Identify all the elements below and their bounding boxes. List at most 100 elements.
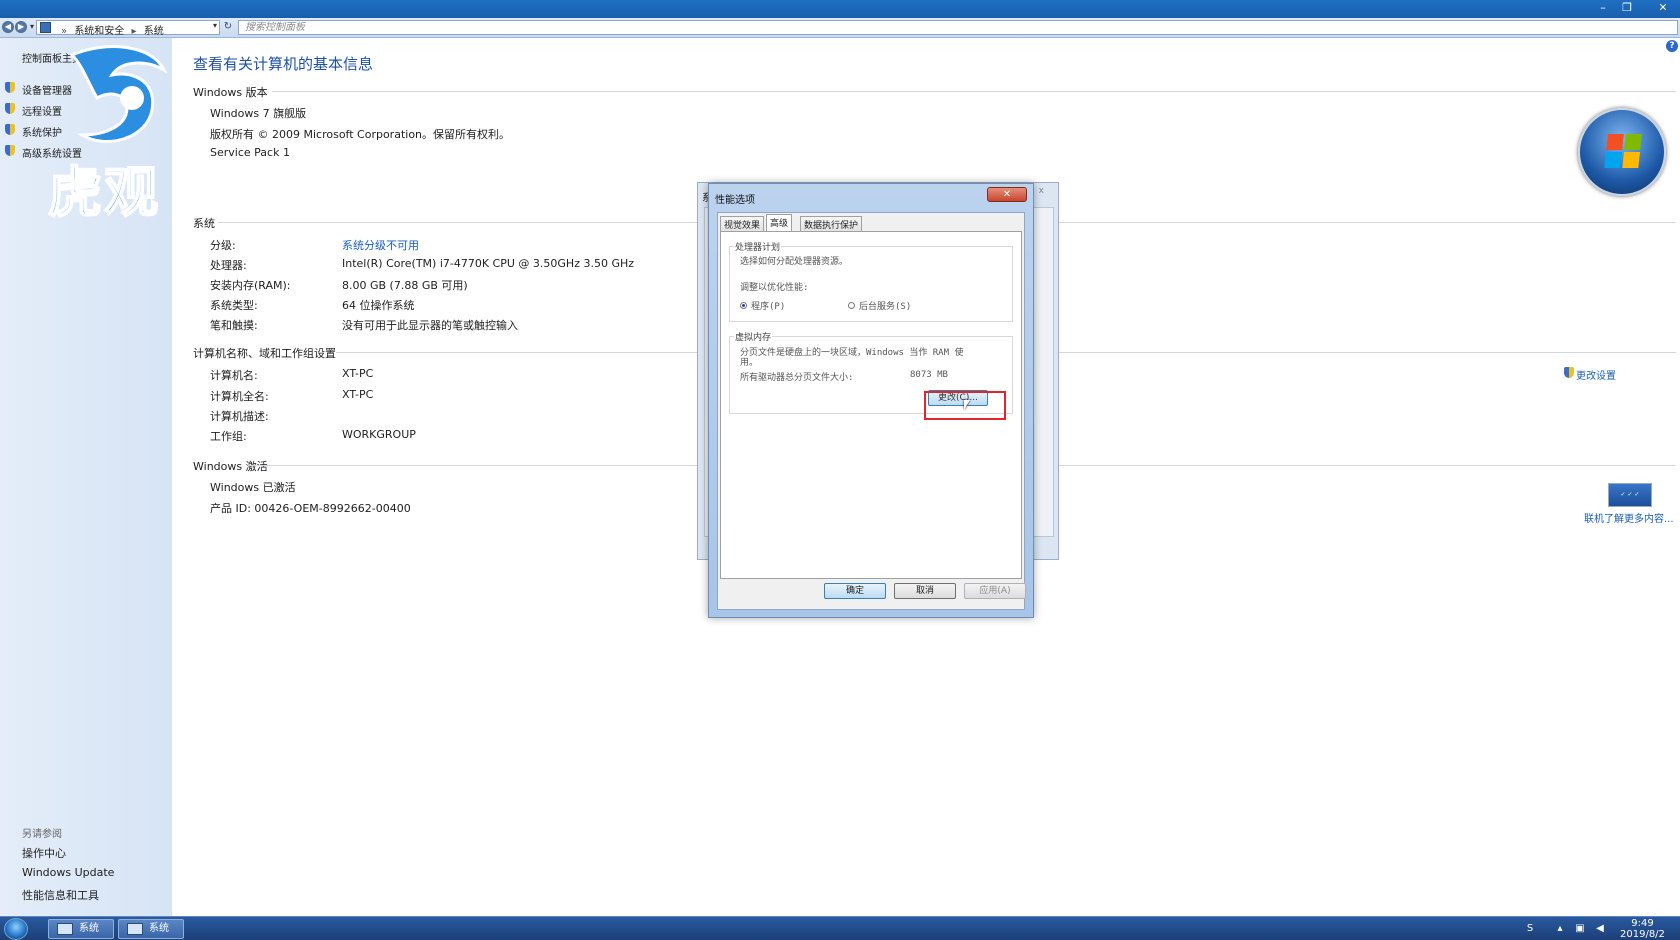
uac-shield-icon — [5, 124, 15, 135]
taskbar-button-label: 系统 — [149, 923, 169, 934]
page-title: 查看有关计算机的基本信息 — [193, 55, 374, 73]
start-button[interactable] — [4, 918, 28, 940]
computer-name-value: XT-PC — [342, 367, 374, 380]
show-hidden-icons-icon[interactable]: ▴ — [1554, 923, 1566, 935]
taskbar-button-label: 系统 — [79, 923, 99, 934]
breadcrumb: » 系统和安全 ▸ 系统 — [57, 22, 164, 37]
watermark-logo-icon — [69, 45, 168, 144]
system-type-value: 64 位操作系统 — [342, 299, 415, 312]
search-input[interactable]: 搜索控制面板 — [238, 20, 1678, 35]
product-id: 产品 ID: 00426-OEM-8992662-00400 — [210, 502, 411, 515]
address-field[interactable]: » 系统和安全 ▸ 系统 ▾ — [36, 20, 220, 37]
full-name-value: XT-PC — [342, 388, 374, 401]
processor-scheduling-group: 处理器计划 选择如何分配处理器资源。 调整以优化性能: 程序(P) 后台服务(S… — [729, 240, 1013, 322]
activation-status: Windows 已激活 — [210, 481, 296, 494]
workgroup-label: 工作组: — [210, 430, 247, 443]
pen-touch-value: 没有可用于此显示器的笔或触控输入 — [342, 319, 518, 332]
tab-advanced[interactable]: 高级 — [766, 214, 793, 231]
control-panel-icon — [40, 22, 51, 33]
system-properties-close-button[interactable]: x — [1039, 186, 1044, 196]
background-services-radio[interactable] — [848, 302, 855, 309]
windows-logo-icon — [1578, 108, 1666, 196]
uac-shield-icon — [5, 82, 15, 93]
change-settings-link[interactable]: 更改设置 — [1564, 367, 1616, 382]
recent-pages-dropdown[interactable]: ▾ — [28, 21, 36, 33]
section-heading-system: 系统 — [193, 217, 215, 230]
copyright-text: 版权所有 © 2009 Microsoft Corporation。保留所有权利… — [210, 128, 511, 141]
programs-radio[interactable] — [740, 302, 747, 309]
apply-button[interactable]: 应用(A) — [964, 583, 1026, 599]
address-bar: ◀ ▶ ▾ » 系统和安全 ▸ 系统 ▾ ↻ 搜索控制面板 — [0, 18, 1680, 38]
processor-value: Intel(R) Core(TM) i7-4770K CPU @ 3.50GHz… — [342, 257, 635, 270]
control-panel-icon — [127, 923, 143, 935]
see-also-heading: 另请参阅 — [22, 829, 62, 840]
uac-shield-icon — [5, 145, 15, 156]
section-heading-computer: 计算机名称、域和工作组设置 — [193, 347, 336, 360]
computer-name-label: 计算机名: — [210, 369, 258, 382]
genuine-microsoft-badge-icon: ✓ ✓ ✓ — [1608, 483, 1652, 507]
learn-more-online-link[interactable]: 联机了解更多内容... — [1584, 510, 1674, 525]
volume-icon[interactable]: ◀ — [1594, 923, 1606, 935]
background-services-radio-label[interactable]: 后台服务(S) — [859, 299, 911, 312]
performance-options-title: 性能选项 — [715, 195, 755, 206]
close-window-button[interactable]: ✕ — [1652, 1, 1674, 15]
change-settings-label[interactable]: 更改设置 — [1576, 371, 1616, 382]
service-pack-text: Service Pack 1 — [210, 146, 290, 159]
breadcrumb-separator-icon: ▸ — [131, 26, 137, 37]
pen-touch-label: 笔和触摸: — [210, 319, 258, 332]
network-icon[interactable]: ▣ — [1574, 923, 1586, 935]
mouse-cursor-icon — [964, 400, 970, 410]
sidebar-link-action-center[interactable]: 操作中心 — [22, 845, 66, 861]
help-icon[interactable]: ? — [1666, 40, 1678, 52]
watermark-text: 虎观 — [47, 159, 160, 225]
sidebar-link-performance[interactable]: 性能信息和工具 — [22, 887, 99, 903]
minimize-button[interactable]: – — [1592, 1, 1614, 15]
cancel-button[interactable]: 取消 — [894, 583, 956, 599]
refresh-icon[interactable]: ↻ — [222, 21, 234, 33]
edition-name: Windows 7 旗舰版 — [210, 107, 307, 120]
programs-radio-label[interactable]: 程序(P) — [751, 299, 785, 312]
system-type-label: 系统类型: — [210, 299, 258, 312]
ok-button[interactable]: 确定 — [824, 583, 886, 599]
adjust-performance-label: 调整以优化性能: — [740, 283, 809, 293]
window-title-bar: – ❐ ✕ — [0, 0, 1680, 18]
paging-file-total-value: 8073 MB — [910, 370, 948, 380]
system-clock[interactable]: 9:49 2019/8/2 — [1620, 918, 1665, 940]
tab-visual-effects[interactable]: 视觉效果 — [720, 216, 765, 231]
back-button[interactable]: ◀ — [2, 21, 14, 33]
clock-date: 2019/8/2 — [1620, 929, 1665, 940]
maximize-button[interactable]: ❐ — [1616, 1, 1638, 15]
breadcrumb-item-security[interactable]: 系统和安全 — [74, 26, 124, 37]
ram-value: 8.00 GB (7.88 GB 可用) — [342, 279, 468, 292]
sidebar-link-windows-update[interactable]: Windows Update — [22, 866, 114, 879]
section-heading-edition: Windows 版本 — [193, 86, 268, 99]
section-divider — [272, 91, 1676, 92]
ram-label: 安装内存(RAM): — [210, 279, 291, 292]
clock-time: 9:49 — [1631, 918, 1654, 929]
processor-label: 处理器: — [210, 259, 247, 272]
full-name-label: 计算机全名: — [210, 390, 269, 403]
dialog-close-button[interactable]: ✕ — [987, 187, 1027, 202]
virtual-memory-desc-2: 用。 — [740, 358, 759, 368]
taskbar: 系统 系统 S ▴ ▣ ◀ 9:49 2019/8/2 — [0, 916, 1680, 940]
section-heading-activation: Windows 激活 — [193, 460, 268, 473]
processor-scheduling-title: 处理器计划 — [734, 240, 782, 253]
input-method-icon[interactable]: S — [1524, 923, 1536, 935]
virtual-memory-title: 虚拟内存 — [734, 330, 773, 343]
breadcrumb-item-system[interactable]: 系统 — [144, 26, 164, 37]
taskbar-button-system-1[interactable]: 系统 — [48, 919, 114, 939]
uac-shield-icon — [5, 103, 15, 114]
workgroup-value: WORKGROUP — [342, 428, 416, 441]
taskbar-button-system-2[interactable]: 系统 — [118, 919, 184, 939]
uac-shield-icon — [1564, 367, 1574, 378]
breadcrumb-separator-icon: » — [61, 26, 68, 37]
virtual-memory-desc-1: 分页文件是硬盘上的一块区域，Windows 当作 RAM 使 — [740, 348, 964, 358]
tab-dep[interactable]: 数据执行保护 — [800, 216, 863, 231]
paging-file-total-label: 所有驱动器总分页文件大小: — [740, 373, 854, 383]
address-dropdown-icon[interactable]: ▾ — [213, 21, 217, 30]
forward-button[interactable]: ▶ — [15, 21, 27, 33]
rating-link[interactable]: 系统分级不可用 — [342, 237, 419, 253]
control-panel-icon — [57, 923, 73, 935]
processor-scheduling-desc: 选择如何分配处理器资源。 — [740, 257, 849, 267]
rating-label: 分级: — [210, 239, 236, 252]
